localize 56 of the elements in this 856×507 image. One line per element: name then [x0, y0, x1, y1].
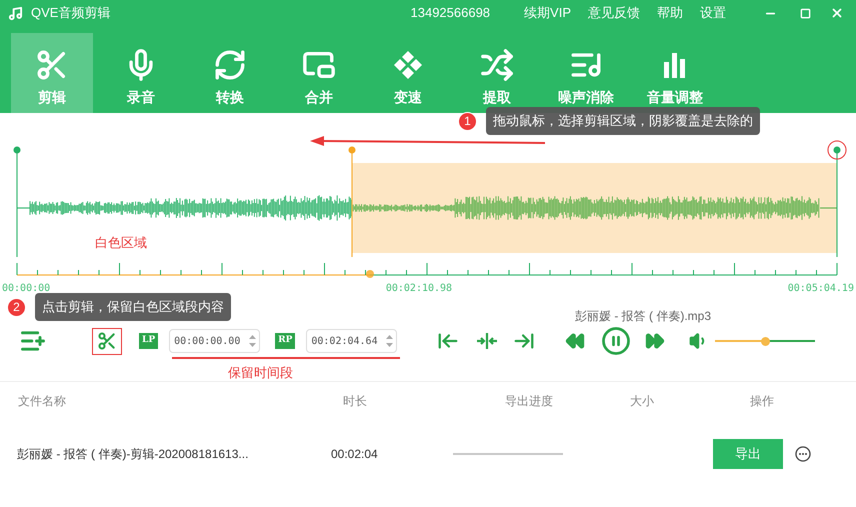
- rewind-button[interactable]: [565, 331, 586, 352]
- highlight-circle: [828, 140, 846, 160]
- tool-tab[interactable]: 变速: [367, 33, 449, 113]
- duration-cell-text: 00:02:04: [331, 446, 379, 463]
- playhead-handle[interactable]: [366, 270, 374, 278]
- tool-tab[interactable]: 合并: [278, 33, 360, 113]
- keep-range-label: 保留时间段: [228, 366, 293, 380]
- column-header: 时长: [343, 393, 368, 410]
- shuffle-icon: [480, 48, 514, 82]
- menu-link[interactable]: 续期VIP: [524, 3, 571, 23]
- menu-link[interactable]: 意见反馈: [588, 3, 640, 23]
- file-name: 彭丽媛 - 报答 ( 伴奏).mp3: [575, 308, 712, 326]
- volume-thumb[interactable]: [760, 336, 770, 346]
- time-label: 00:05:04.19: [788, 282, 854, 296]
- export-button[interactable]: 导出: [713, 439, 783, 469]
- end-marker[interactable]: [834, 146, 840, 258]
- scissors-icon: [97, 331, 117, 352]
- more-icon[interactable]: [795, 446, 811, 462]
- fast-forward-icon: [645, 331, 666, 352]
- refresh-icon: [213, 48, 247, 82]
- music-note-icon: [8, 6, 23, 20]
- step-badge: 2: [7, 298, 26, 316]
- column-header: 操作: [750, 393, 774, 410]
- spinner-icon[interactable]: [386, 334, 394, 348]
- file-name-cell-text: 彭丽媛 - 报答 ( 伴奏)-剪辑-202008181613...: [17, 446, 250, 463]
- column-header: 文件名称: [18, 393, 67, 410]
- start-marker[interactable]: [14, 146, 20, 258]
- tool-tab[interactable]: 剪辑: [11, 33, 93, 113]
- app-title: QVE音频剪辑: [31, 4, 110, 22]
- pause-icon: [601, 326, 632, 356]
- cut-button[interactable]: [92, 328, 122, 355]
- start-time-field[interactable]: 00:00:00.00: [169, 329, 260, 354]
- column-header: 导出进度: [505, 393, 554, 410]
- volume-slider[interactable]: [715, 340, 816, 342]
- tool-tab[interactable]: 转换: [189, 33, 271, 113]
- time-label: 00:02:10.98: [386, 282, 452, 296]
- tooltip: 点击剪辑，保留白色区域段内容: [35, 293, 231, 321]
- close-icon: [830, 6, 844, 20]
- menu-link[interactable]: 设置: [700, 3, 726, 23]
- tooltip: 拖动鼠标，选择剪辑区域，阴影覆盖是去除的: [486, 107, 760, 135]
- time-label: 00:00:00: [2, 282, 50, 296]
- selection-marker[interactable]: [348, 146, 356, 258]
- lp-badge: LP: [139, 333, 158, 349]
- pause-button[interactable]: [601, 326, 632, 356]
- menu-link[interactable]: 帮助: [657, 3, 683, 23]
- rewind-icon: [565, 331, 586, 352]
- rp-badge: RP: [275, 333, 296, 349]
- tool-tab[interactable]: 录音: [100, 33, 182, 113]
- phone-number: 13492566698: [410, 4, 490, 22]
- step-badge: 1: [458, 112, 477, 130]
- fast-forward-button[interactable]: [645, 331, 666, 352]
- region-label: 白色区域: [95, 234, 147, 252]
- maximize-icon: [800, 8, 810, 18]
- end-time-field[interactable]: 00:02:04.64: [306, 329, 398, 354]
- column-header: 大小: [630, 393, 655, 410]
- spinner-icon[interactable]: [249, 334, 256, 348]
